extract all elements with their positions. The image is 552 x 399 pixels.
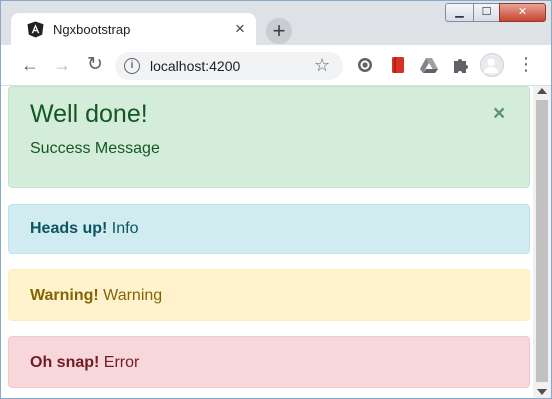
puzzle-icon[interactable] bbox=[450, 55, 470, 75]
minimize-button[interactable]: ▁ bbox=[445, 3, 474, 22]
alert-text: Heads up! Info bbox=[30, 220, 138, 238]
close-window-button[interactable]: ✕ bbox=[499, 3, 546, 22]
alert-strong: Heads up! bbox=[30, 220, 108, 237]
success-alert: Well done! Success Message × bbox=[8, 86, 530, 188]
scroll-down-arrow-icon[interactable] bbox=[537, 389, 547, 395]
alert-body: Warning bbox=[98, 287, 163, 304]
alert-text: Oh snap! Error bbox=[30, 354, 139, 372]
angular-icon bbox=[27, 21, 44, 38]
drive-icon[interactable] bbox=[419, 55, 439, 75]
alert-heading: Well done! bbox=[30, 100, 148, 128]
tab-strip: Ngxbootstrap × + ▁ ☐ ✕ bbox=[1, 1, 551, 47]
red-book-icon[interactable] bbox=[388, 55, 408, 75]
new-tab-button[interactable]: + bbox=[266, 18, 292, 44]
info-alert: Heads up! Info bbox=[8, 204, 530, 254]
alert-strong: Oh snap! bbox=[30, 354, 100, 371]
maximize-button[interactable]: ☐ bbox=[473, 3, 500, 22]
scroll-thumb[interactable] bbox=[536, 100, 548, 382]
tab-ngxbootstrap[interactable]: Ngxbootstrap × bbox=[11, 13, 256, 47]
back-arrow-icon[interactable]: ← bbox=[19, 54, 41, 76]
browser-toolbar: ← → ↻ i localhost:4200 ☆ ⋮ bbox=[1, 45, 551, 86]
profile-avatar[interactable] bbox=[480, 53, 504, 77]
scroll-up-arrow-icon[interactable] bbox=[537, 88, 547, 94]
browser-window: Ngxbootstrap × + ▁ ☐ ✕ ← → ↻ i localhost… bbox=[0, 0, 552, 399]
forward-arrow-icon[interactable]: → bbox=[51, 54, 73, 76]
site-info-icon[interactable]: i bbox=[124, 58, 140, 74]
alert-strong: Warning! bbox=[30, 287, 99, 304]
kebab-menu-icon[interactable]: ⋮ bbox=[517, 55, 535, 75]
window-controls: ▁ ☐ ✕ bbox=[445, 3, 549, 23]
reload-icon[interactable]: ↻ bbox=[84, 54, 106, 76]
tab-title: Ngxbootstrap bbox=[53, 22, 131, 37]
alert-text: Warning! Warning bbox=[30, 287, 162, 305]
page-viewport: Well done! Success Message × Heads up! I… bbox=[1, 86, 533, 398]
address-bar[interactable]: i localhost:4200 ☆ bbox=[115, 52, 343, 80]
alert-body: Info bbox=[107, 220, 139, 237]
danger-alert: Oh snap! Error bbox=[8, 336, 530, 388]
alert-message: Success Message bbox=[30, 140, 160, 157]
record-icon[interactable] bbox=[355, 55, 375, 75]
person-icon bbox=[483, 58, 499, 74]
alert-close-button[interactable]: × bbox=[493, 102, 505, 126]
url-text[interactable]: localhost:4200 bbox=[150, 58, 240, 74]
warning-alert: Warning! Warning bbox=[8, 269, 530, 321]
vertical-scrollbar[interactable] bbox=[533, 86, 551, 398]
alert-body: Error bbox=[99, 354, 140, 371]
bookmark-star-icon[interactable]: ☆ bbox=[314, 55, 330, 76]
tab-close-icon[interactable]: × bbox=[231, 20, 249, 38]
